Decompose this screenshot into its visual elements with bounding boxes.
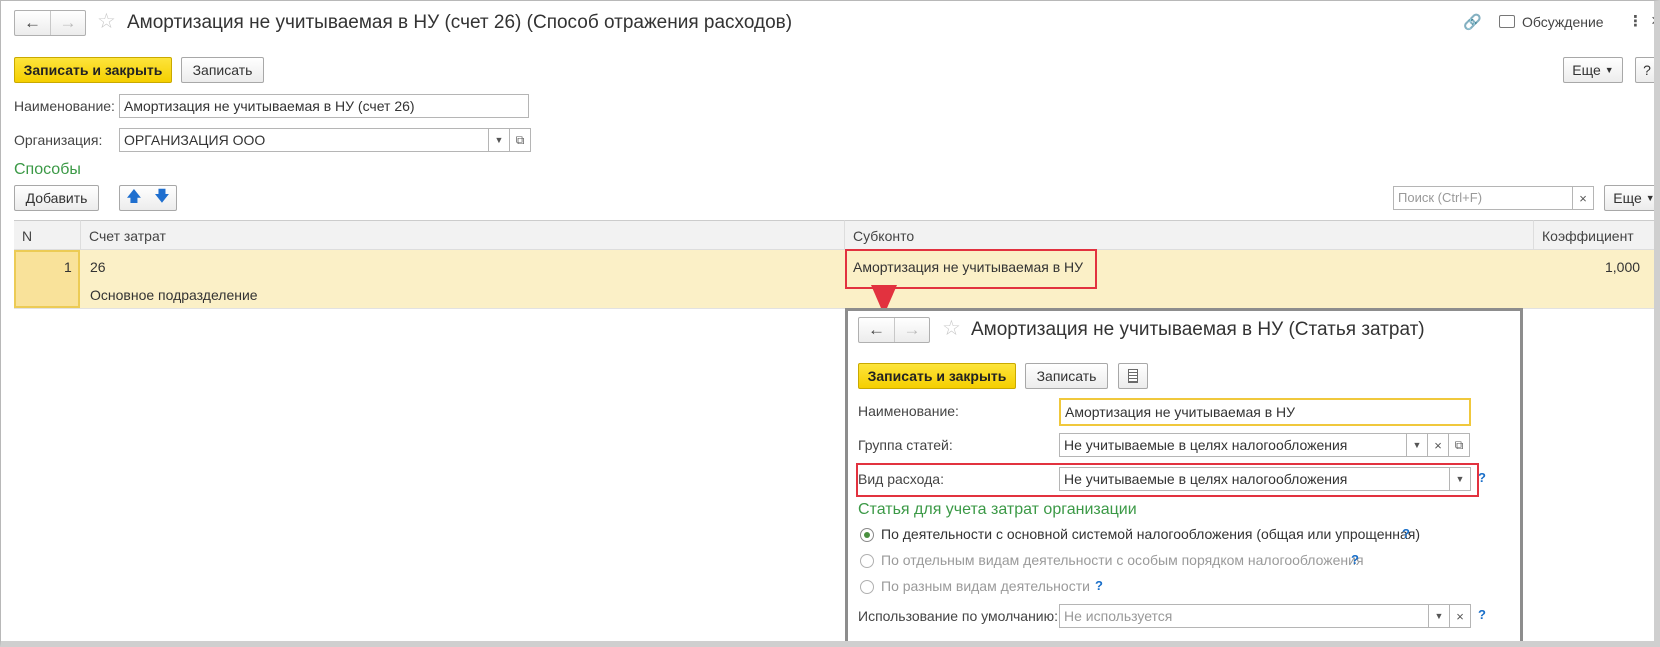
- org-label: Организация:: [14, 132, 103, 148]
- popup-group-label: Группа статей:: [858, 437, 953, 453]
- popup-group-open-icon[interactable]: ⧉: [1448, 433, 1470, 457]
- dropdown-arrow-icon: ▼: [1604, 65, 1614, 75]
- expense-type-highlight: [856, 463, 1479, 497]
- popup-default-use-field[interactable]: Не используется: [1059, 604, 1429, 628]
- popup-default-use-label: Использование по умолчанию:: [858, 608, 1059, 624]
- add-button[interactable]: Добавить: [14, 185, 99, 211]
- report-icon: [1128, 369, 1138, 383]
- popup-group-field[interactable]: Не учитываемые в целях налогообложения: [1059, 433, 1407, 457]
- popup-name-field[interactable]: Амортизация не учитываемая в НУ: [1059, 398, 1471, 426]
- name-field[interactable]: Амортизация не учитываемая в НУ (счет 26…: [119, 94, 529, 118]
- popup-default-use-dropdown-icon[interactable]: ▼: [1428, 604, 1450, 628]
- radio-different-activities[interactable]: [860, 580, 874, 594]
- popup-title: Амортизация не учитываемая в НУ (Статья …: [971, 319, 1425, 340]
- save-button[interactable]: Записать: [181, 57, 264, 83]
- methods-section-title: Способы: [14, 161, 81, 178]
- popup-favorite-star-icon[interactable]: ☆: [942, 316, 961, 341]
- back-arrow-icon[interactable]: ←: [15, 11, 50, 35]
- nav-buttons: ← →: [14, 10, 86, 36]
- radio-special-taxation[interactable]: [860, 554, 874, 568]
- row-number: 1: [64, 259, 72, 275]
- move-buttons: 🡅 🡇: [119, 185, 177, 211]
- popup-group-clear-icon[interactable]: ×: [1427, 433, 1449, 457]
- popup-group-dropdown-icon[interactable]: ▼: [1406, 433, 1428, 457]
- popup-expense-type-help-icon[interactable]: ?: [1478, 470, 1486, 485]
- popup-default-use-clear-icon[interactable]: ×: [1449, 604, 1471, 628]
- org-open-icon[interactable]: ⧉: [509, 128, 531, 152]
- save-close-button[interactable]: Записать и закрыть: [14, 57, 172, 83]
- link-icon[interactable]: 🔗: [1463, 13, 1482, 31]
- page-title: Амортизация не учитываемая в НУ (счет 26…: [127, 12, 793, 33]
- radio-main-taxation[interactable]: [860, 528, 874, 542]
- col-header-coefficient[interactable]: Коэффициент: [1533, 220, 1654, 250]
- radio-special-taxation-help-icon[interactable]: ?: [1351, 552, 1359, 567]
- help-button[interactable]: ?: [1635, 57, 1654, 83]
- main-window: ← → ☆ Амортизация не учитываемая в НУ (с…: [0, 0, 1660, 647]
- subconto-highlight: [845, 249, 1097, 289]
- row-coefficient: 1,000: [1605, 259, 1641, 275]
- radio-different-activities-help-icon[interactable]: ?: [1095, 578, 1103, 593]
- radio-special-taxation-label: По отдельным видам деятельности с особым…: [881, 552, 1364, 568]
- org-field[interactable]: ОРГАНИЗАЦИЯ ООО: [119, 128, 489, 152]
- table-row[interactable]: 1 26 Основное подразделение Амортизация …: [14, 250, 1654, 308]
- discussion-link[interactable]: Обсуждение: [1522, 14, 1604, 30]
- org-dropdown-icon[interactable]: ▼: [488, 128, 510, 152]
- col-header-account[interactable]: Счет затрат: [80, 220, 844, 250]
- col-header-subconto[interactable]: Субконто: [844, 220, 1533, 250]
- table-more-label: Еще: [1613, 190, 1642, 206]
- more-button[interactable]: Еще ▼: [1563, 57, 1623, 83]
- forward-arrow-icon[interactable]: →: [50, 11, 85, 35]
- radio-main-taxation-label: По деятельности с основной системой нало…: [881, 526, 1421, 542]
- popup-save-button[interactable]: Записать: [1025, 363, 1108, 389]
- table-more-button[interactable]: Еще ▼: [1604, 185, 1655, 211]
- search-clear-icon[interactable]: ×: [1572, 186, 1594, 210]
- row-account: 26: [90, 259, 106, 275]
- search-input[interactable]: Поиск (Ctrl+F): [1393, 186, 1573, 210]
- favorite-star-icon[interactable]: ☆: [97, 9, 116, 34]
- popup-name-label: Наименование:: [858, 403, 959, 419]
- more-button-label: Еще: [1572, 62, 1601, 78]
- popup-section-title: Статья для учета затрат организации: [858, 501, 1137, 518]
- close-icon[interactable]: ×: [1651, 11, 1654, 31]
- popup-default-use-help-icon[interactable]: ?: [1478, 607, 1486, 622]
- popup-forward-arrow-icon[interactable]: →: [894, 318, 929, 342]
- move-down-icon[interactable]: 🡇: [154, 186, 169, 211]
- popup-report-button[interactable]: [1118, 363, 1148, 389]
- popup-save-close-button[interactable]: Записать и закрыть: [858, 363, 1016, 389]
- col-header-n[interactable]: N: [14, 220, 80, 250]
- radio-different-activities-label: По разным видам деятельности: [881, 578, 1090, 594]
- popup-back-arrow-icon[interactable]: ←: [859, 318, 894, 342]
- name-label: Наименование:: [14, 98, 115, 114]
- dropdown-arrow-icon: ▼: [1645, 193, 1655, 203]
- row-subdivision: Основное подразделение: [90, 287, 258, 303]
- popup-nav-buttons: ← →: [858, 317, 930, 343]
- move-up-icon[interactable]: 🡅: [126, 186, 141, 211]
- more-menu-icon[interactable]: ⋮: [1628, 12, 1643, 30]
- expense-item-popup: ← → ☆ Амортизация не учитываемая в НУ (С…: [845, 308, 1523, 641]
- discussion-icon[interactable]: [1499, 15, 1515, 28]
- radio-main-taxation-help-icon[interactable]: ?: [1402, 526, 1410, 541]
